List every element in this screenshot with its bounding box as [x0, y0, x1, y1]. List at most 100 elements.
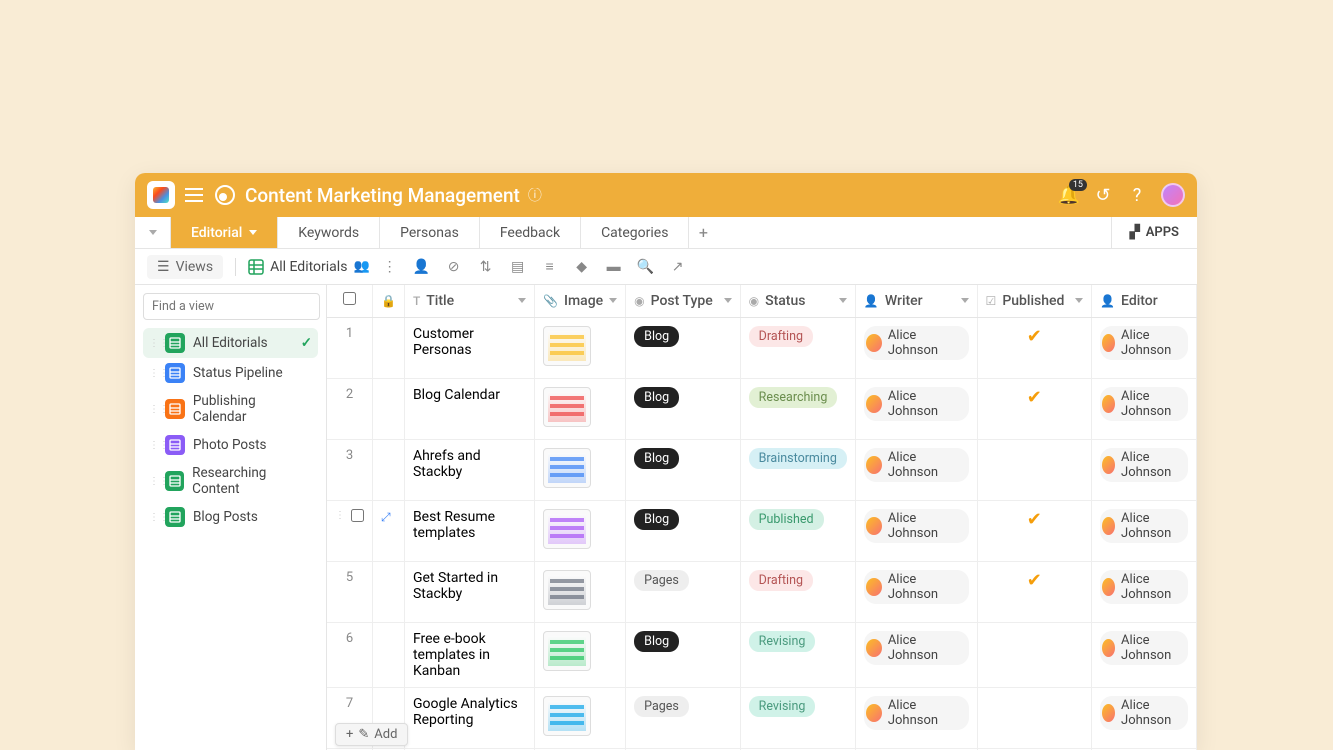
hamburger-icon[interactable] [185, 188, 203, 202]
info-icon[interactable]: ⓘ [528, 185, 542, 205]
sidebar-view-item[interactable]: ⋮⋮ Photo Posts [143, 430, 318, 460]
sidebar-view-item[interactable]: ⋮⋮ Publishing Calendar [143, 388, 318, 430]
writer-cell[interactable]: Alice Johnson [855, 622, 977, 687]
editor-cell[interactable]: Alice Johnson [1092, 500, 1197, 561]
app-logo[interactable] [147, 181, 175, 209]
title-cell[interactable]: Ahrefs and Stackby [404, 439, 534, 500]
share-view-icon[interactable]: 👤 [410, 255, 434, 279]
column-image[interactable]: 📎Image [535, 285, 626, 317]
writer-cell[interactable]: Alice Johnson [855, 500, 977, 561]
tab-feedback[interactable]: Feedback [480, 217, 581, 248]
post-type-cell[interactable]: Blog [626, 378, 740, 439]
image-thumbnail[interactable] [543, 631, 591, 671]
published-cell[interactable] [977, 622, 1092, 687]
editor-cell[interactable]: Alice Johnson [1092, 687, 1197, 748]
row-checkbox[interactable] [351, 509, 364, 522]
filter-icon[interactable]: ⇅ [474, 255, 498, 279]
column-post-type[interactable]: ◉Post Type [626, 285, 740, 317]
export-icon[interactable]: ↗ [666, 255, 690, 279]
find-view-input[interactable] [143, 293, 320, 320]
image-cell[interactable] [535, 622, 626, 687]
column-editor[interactable]: 👤Editor [1092, 285, 1197, 317]
status-cell[interactable]: Revising [740, 622, 855, 687]
table-row[interactable]: 5 Get Started in Stackby Pages Drafting … [327, 561, 1197, 622]
hide-fields-icon[interactable]: ⊘ [442, 255, 466, 279]
tab-editorial[interactable]: Editorial [171, 217, 278, 248]
status-cell[interactable]: Revising [740, 687, 855, 748]
column-published[interactable]: ☑Published [977, 285, 1092, 317]
drag-handle-icon[interactable]: ⋮⋮ [149, 338, 157, 349]
writer-cell[interactable]: Alice Johnson [855, 561, 977, 622]
image-thumbnail[interactable] [543, 448, 591, 488]
writer-cell[interactable]: Alice Johnson [855, 439, 977, 500]
post-type-cell[interactable]: Blog [626, 500, 740, 561]
writer-cell[interactable]: Alice Johnson [855, 317, 977, 378]
image-cell[interactable] [535, 561, 626, 622]
editor-cell[interactable]: Alice Johnson [1092, 561, 1197, 622]
tab-expand-button[interactable] [135, 217, 171, 248]
published-cell[interactable]: ✔ [977, 317, 1092, 378]
row-height-icon[interactable]: ▬ [602, 255, 626, 279]
add-row-button[interactable]: + ✎ Add [335, 723, 408, 746]
title-cell[interactable]: Google Analytics Reporting [404, 687, 534, 748]
workspace-icon[interactable] [215, 185, 235, 205]
status-cell[interactable]: Brainstorming [740, 439, 855, 500]
table-row[interactable]: 3 Ahrefs and Stackby Blog Brainstorming … [327, 439, 1197, 500]
editor-cell[interactable]: Alice Johnson [1092, 378, 1197, 439]
editor-cell[interactable]: Alice Johnson [1092, 317, 1197, 378]
published-cell[interactable]: ✔ [977, 378, 1092, 439]
status-cell[interactable]: Drafting [740, 317, 855, 378]
column-title[interactable]: TTitle [404, 285, 534, 317]
image-cell[interactable] [535, 500, 626, 561]
published-cell[interactable] [977, 439, 1092, 500]
drag-handle-icon[interactable]: ⋮ [335, 510, 345, 521]
post-type-cell[interactable]: Pages [626, 561, 740, 622]
title-cell[interactable]: Best Resume templates [404, 500, 534, 561]
group-icon[interactable]: ▤ [506, 255, 530, 279]
add-tab-button[interactable]: + [689, 217, 717, 248]
writer-cell[interactable]: Alice Johnson [855, 378, 977, 439]
drag-handle-icon[interactable]: ⋮⋮ [149, 512, 157, 523]
image-cell[interactable] [535, 378, 626, 439]
image-thumbnail[interactable] [543, 509, 591, 549]
table-row[interactable]: 7 Google Analytics Reporting Pages Revis… [327, 687, 1197, 748]
sort-icon[interactable]: ≡ [538, 255, 562, 279]
tab-categories[interactable]: Categories [581, 217, 689, 248]
image-cell[interactable] [535, 687, 626, 748]
image-thumbnail[interactable] [543, 387, 591, 427]
search-icon[interactable]: 🔍 [634, 255, 658, 279]
image-thumbnail[interactable] [543, 696, 591, 736]
published-cell[interactable] [977, 687, 1092, 748]
drag-handle-icon[interactable]: ⋮⋮ [149, 368, 157, 379]
editor-cell[interactable]: Alice Johnson [1092, 439, 1197, 500]
apps-button[interactable]: ▞ APPS [1111, 217, 1197, 248]
writer-cell[interactable]: Alice Johnson [855, 687, 977, 748]
title-cell[interactable]: Customer Personas [404, 317, 534, 378]
select-all-header[interactable] [327, 285, 373, 317]
sidebar-view-item[interactable]: ⋮⋮ Blog Posts [143, 502, 318, 532]
table-row[interactable]: 2 Blog Calendar Blog Researching Alice J… [327, 378, 1197, 439]
title-cell[interactable]: Get Started in Stackby [404, 561, 534, 622]
drag-handle-icon[interactable]: ⋮⋮ [149, 476, 157, 487]
sidebar-view-item[interactable]: ⋮⋮ All Editorials ✓ [143, 328, 318, 358]
post-type-cell[interactable]: Blog [626, 622, 740, 687]
more-options-icon[interactable]: ⋮ [378, 255, 402, 279]
published-cell[interactable]: ✔ [977, 561, 1092, 622]
table-row[interactable]: 1 Customer Personas Blog Drafting Alice … [327, 317, 1197, 378]
title-cell[interactable]: Blog Calendar [404, 378, 534, 439]
image-cell[interactable] [535, 439, 626, 500]
image-cell[interactable] [535, 317, 626, 378]
published-cell[interactable]: ✔ [977, 500, 1092, 561]
status-cell[interactable]: Drafting [740, 561, 855, 622]
color-icon[interactable]: ◆ [570, 255, 594, 279]
image-thumbnail[interactable] [543, 570, 591, 610]
notifications-button[interactable]: 🔔 15 [1059, 185, 1079, 205]
table-row[interactable]: ⋮ ⤢ Best Resume templates Blog Published… [327, 500, 1197, 561]
status-cell[interactable]: Published [740, 500, 855, 561]
user-avatar[interactable] [1161, 183, 1185, 207]
image-thumbnail[interactable] [543, 326, 591, 366]
column-writer[interactable]: 👤Writer [855, 285, 977, 317]
tab-keywords[interactable]: Keywords [278, 217, 380, 248]
post-type-cell[interactable]: Blog [626, 317, 740, 378]
editor-cell[interactable]: Alice Johnson [1092, 622, 1197, 687]
